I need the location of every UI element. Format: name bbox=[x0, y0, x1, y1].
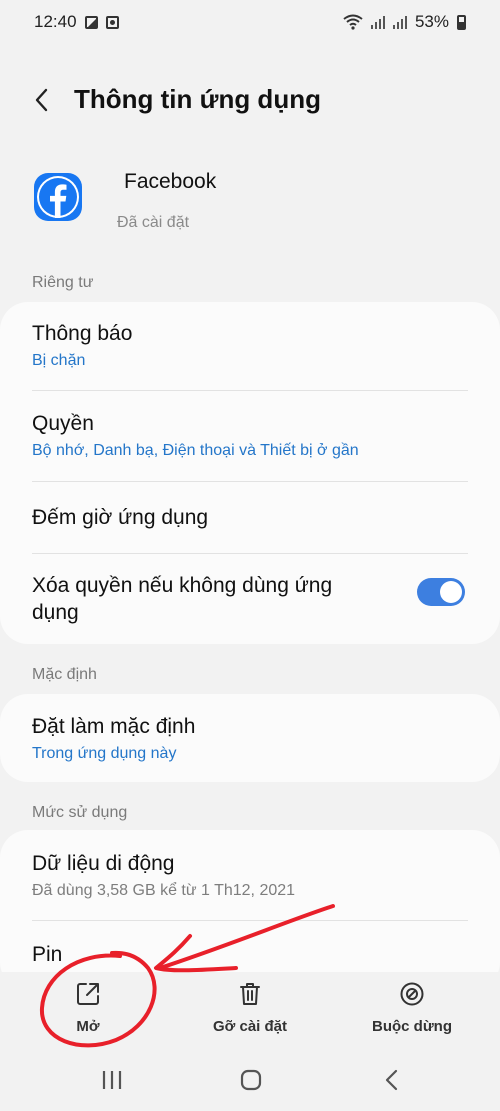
signal-icon-sim2 bbox=[392, 15, 407, 29]
signal-icon-sim1 bbox=[370, 15, 385, 29]
usage-card: Dữ liệu di động Đã dùng 3,58 GB kể từ 1 … bbox=[0, 830, 500, 990]
status-bar: 12:40 53% bbox=[0, 0, 500, 44]
home-icon bbox=[240, 1069, 262, 1091]
back-nav-button[interactable] bbox=[372, 1064, 412, 1096]
setting-set-default[interactable]: Đặt làm mặc định Trong ứng dụng này bbox=[0, 694, 500, 782]
setting-mobile-data[interactable]: Dữ liệu di động Đã dùng 3,58 GB kể từ 1 … bbox=[0, 830, 500, 920]
force-stop-button[interactable]: Buộc dừng bbox=[342, 972, 482, 1042]
system-nav-bar bbox=[0, 1050, 500, 1111]
row-title: Pin bbox=[32, 943, 63, 966]
app-bar: Thông tin ứng dụng bbox=[0, 78, 500, 122]
uninstall-button[interactable]: Gỡ cài đặt bbox=[180, 972, 320, 1042]
setting-screen-time[interactable]: Đếm giờ ứng dụng bbox=[0, 482, 500, 553]
gallery-notification-icon bbox=[84, 15, 98, 29]
row-title-line2: dụng bbox=[32, 601, 79, 624]
row-subtitle: Đã dùng 3,58 GB kể từ 1 Th12, 2021 bbox=[32, 882, 296, 899]
open-button[interactable]: Mở bbox=[18, 972, 158, 1042]
privacy-card: Thông báo Bị chặn Quyền Bộ nhớ, Danh bạ,… bbox=[0, 302, 500, 644]
facebook-app-icon bbox=[34, 173, 82, 221]
page-title: Thông tin ứng dụng bbox=[74, 84, 321, 114]
action-label: Buộc dừng bbox=[371, 1018, 453, 1035]
row-title: Dữ liệu di động bbox=[32, 852, 175, 875]
status-time: 12:40 bbox=[34, 12, 77, 31]
action-label: Mở bbox=[76, 1018, 100, 1035]
app-summary: Facebook Đã cài đặt bbox=[0, 168, 500, 238]
battery-percent: 53% bbox=[414, 12, 449, 31]
bottom-action-bar: Mở Gỡ cài đặt Buộc dừng bbox=[0, 972, 500, 1042]
action-label: Gỡ cài đặt bbox=[212, 1018, 288, 1035]
app-install-status: Đã cài đặt bbox=[117, 214, 190, 231]
row-subtitle: Bị chặn bbox=[32, 352, 86, 369]
stop-icon bbox=[398, 980, 426, 1008]
wifi-icon bbox=[343, 14, 363, 30]
section-label-defaults: Mặc định bbox=[32, 666, 97, 683]
row-subtitle: Bộ nhớ, Danh bạ, Điện thoại và Thiết bị … bbox=[32, 442, 359, 459]
recent-apps-button[interactable] bbox=[92, 1064, 132, 1096]
status-right: 53% bbox=[343, 12, 466, 32]
row-title: Đặt làm mặc định bbox=[32, 715, 196, 738]
row-title: Thông báo bbox=[32, 322, 133, 345]
section-label-usage: Mức sử dụng bbox=[32, 804, 128, 821]
row-title: Đếm giờ ứng dụng bbox=[32, 506, 209, 529]
back-button[interactable] bbox=[28, 84, 58, 116]
setting-remove-permissions[interactable]: Xóa quyền nếu không dùng ứng dụng bbox=[0, 554, 500, 644]
open-external-icon bbox=[74, 980, 102, 1008]
app-name: Facebook bbox=[124, 170, 217, 193]
chevron-left-icon bbox=[35, 88, 48, 112]
status-left: 12:40 bbox=[34, 12, 119, 32]
screen-record-notification-icon bbox=[105, 15, 119, 29]
section-label-privacy: Riêng tư bbox=[32, 274, 94, 291]
recent-apps-icon bbox=[102, 1071, 122, 1089]
facebook-logo-icon bbox=[37, 176, 79, 218]
home-button[interactable] bbox=[231, 1064, 271, 1096]
row-title: Quyền bbox=[32, 412, 94, 435]
row-subtitle: Trong ứng dụng này bbox=[32, 745, 177, 762]
battery-icon bbox=[457, 14, 466, 30]
remove-permissions-toggle[interactable] bbox=[417, 578, 465, 606]
setting-notifications[interactable]: Thông báo Bị chặn bbox=[0, 302, 500, 390]
defaults-card: Đặt làm mặc định Trong ứng dụng này bbox=[0, 694, 500, 782]
trash-icon bbox=[236, 980, 264, 1008]
back-nav-icon bbox=[385, 1069, 398, 1091]
row-title-line1: Xóa quyền nếu không dùng ứng bbox=[32, 574, 333, 597]
setting-permissions[interactable]: Quyền Bộ nhớ, Danh bạ, Điện thoại và Thi… bbox=[0, 391, 500, 481]
